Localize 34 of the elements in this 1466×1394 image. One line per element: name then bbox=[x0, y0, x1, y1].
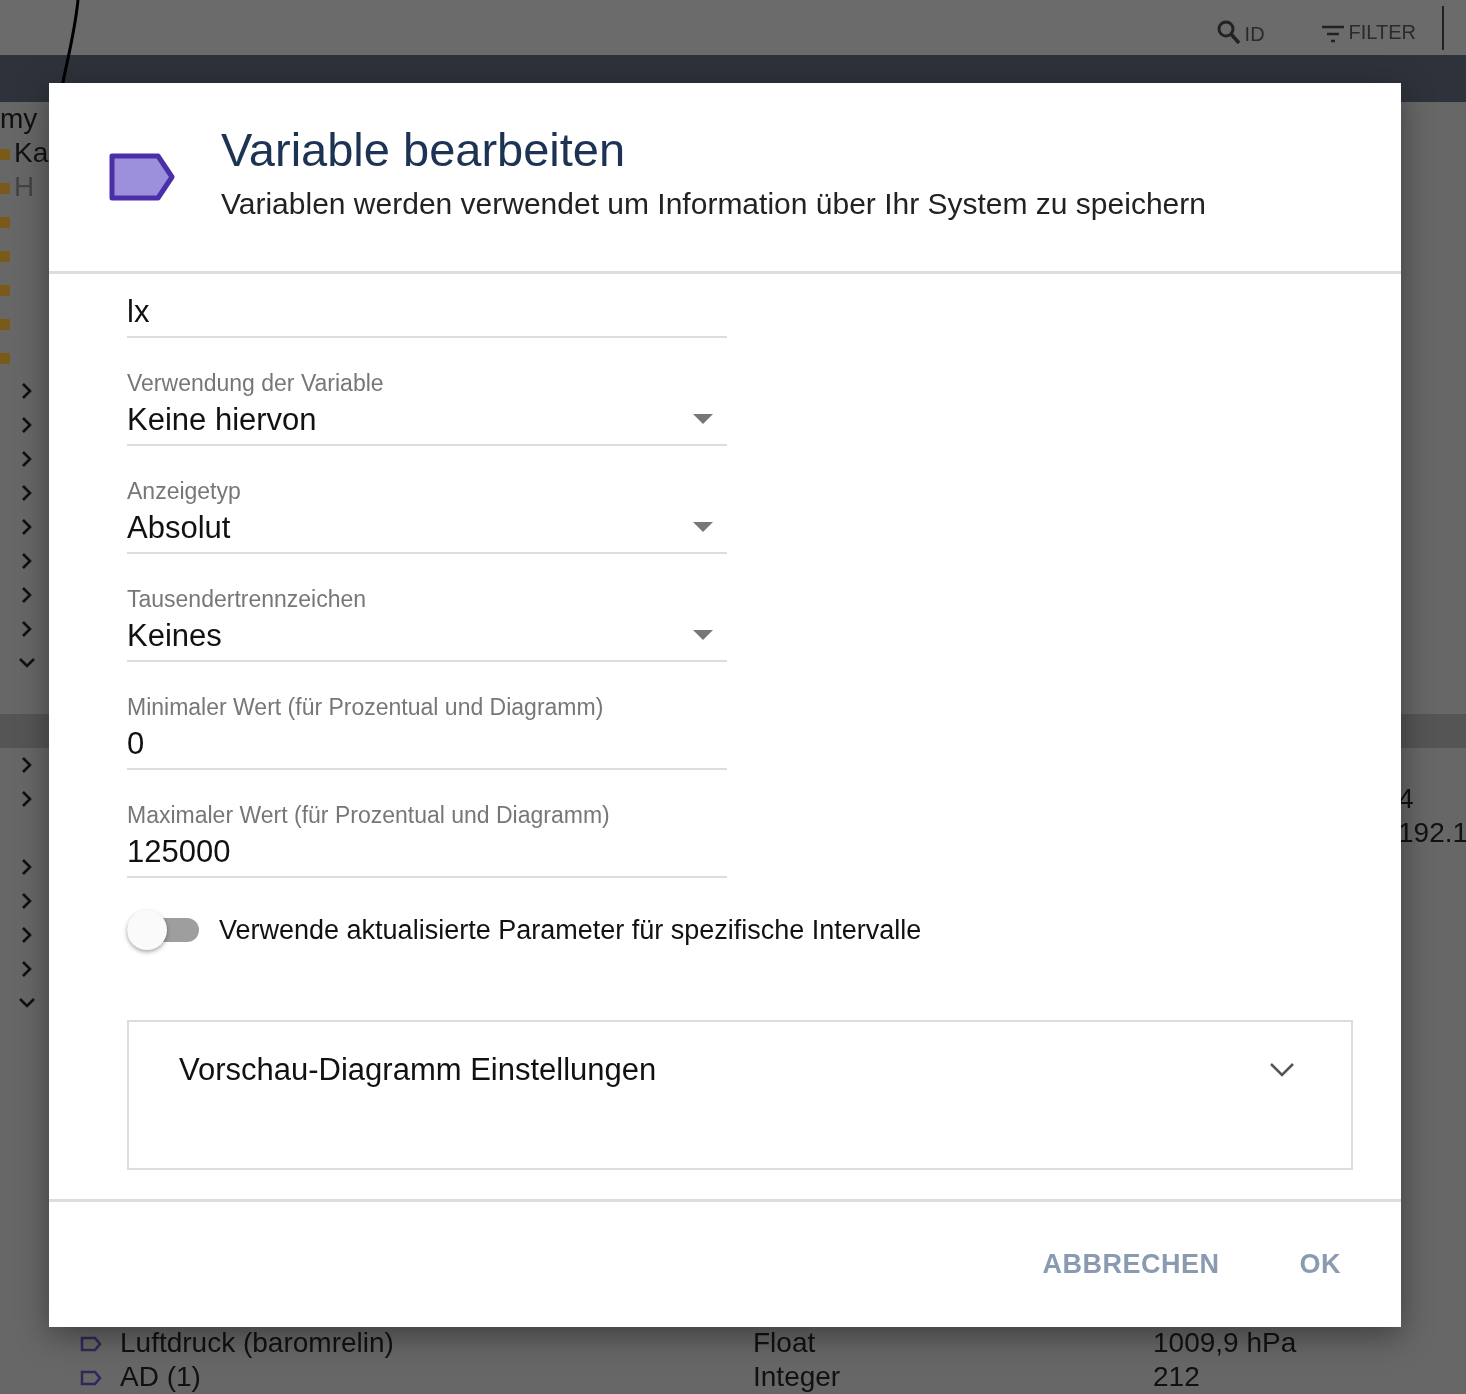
field-label: Tausendertrennzeichen bbox=[127, 586, 368, 614]
tag-icon bbox=[80, 1370, 102, 1386]
dialog-title: Variable bearbeiten bbox=[221, 121, 627, 177]
input-field[interactable]: Minimaler Wert (für Prozentual und Diagramm) 0 bbox=[127, 694, 727, 770]
value-cell: 1009,9 hPa bbox=[1153, 1327, 1297, 1358]
tag-icon bbox=[80, 1336, 102, 1352]
accordion-header[interactable]: Vorschau-Diagramm Einstellungen bbox=[127, 1020, 1353, 1170]
toggle-label: Verwende aktualisierte Parameter für spezifische Intervalle bbox=[219, 914, 922, 946]
input-field[interactable]: lx bbox=[127, 292, 727, 338]
value-cell: 212 bbox=[1153, 1361, 1200, 1392]
variable-name: Luftdruck (baromrelin) bbox=[120, 1327, 394, 1358]
field-label: Verwendung der Variable bbox=[127, 370, 385, 398]
select-field[interactable]: Tausendertrennzeichen Keines bbox=[127, 586, 727, 662]
tree-label: Ka bbox=[14, 137, 49, 169]
filter-icon bbox=[1320, 24, 1345, 44]
select-field[interactable]: Anzeigetyp Absolut bbox=[127, 478, 727, 554]
value-cell: 192.1 bbox=[1398, 817, 1466, 848]
tag-icon bbox=[109, 153, 175, 201]
dropdown-caret-icon bbox=[693, 630, 713, 640]
variable-name: AD (1) bbox=[120, 1361, 201, 1392]
dropdown-caret-icon bbox=[693, 522, 713, 532]
toggle-switch[interactable] bbox=[127, 910, 201, 950]
field-label: Maximaler Wert (für Prozentual und Diagramm) bbox=[127, 802, 611, 830]
field-label: Anzeigetyp bbox=[127, 478, 242, 506]
field-label: Minimaler Wert (für Prozentual und Diagramm) bbox=[127, 694, 605, 722]
select-field[interactable]: Verwendung der Variable Keine hiervon bbox=[127, 370, 727, 446]
dropdown-caret-icon bbox=[693, 414, 713, 424]
dialog-subtitle: Variablen werden verwendet um Information über Ihr System zu speichern bbox=[221, 186, 1206, 221]
chevron-down-icon bbox=[1269, 1062, 1295, 1078]
type-cell: Float bbox=[753, 1327, 816, 1358]
input-field[interactable]: Maximaler Wert (für Prozentual und Diagramm) 125000 bbox=[127, 802, 727, 878]
type-cell: Integer bbox=[753, 1361, 841, 1392]
tree-label: my bbox=[0, 103, 38, 135]
search-icon bbox=[1216, 19, 1241, 46]
